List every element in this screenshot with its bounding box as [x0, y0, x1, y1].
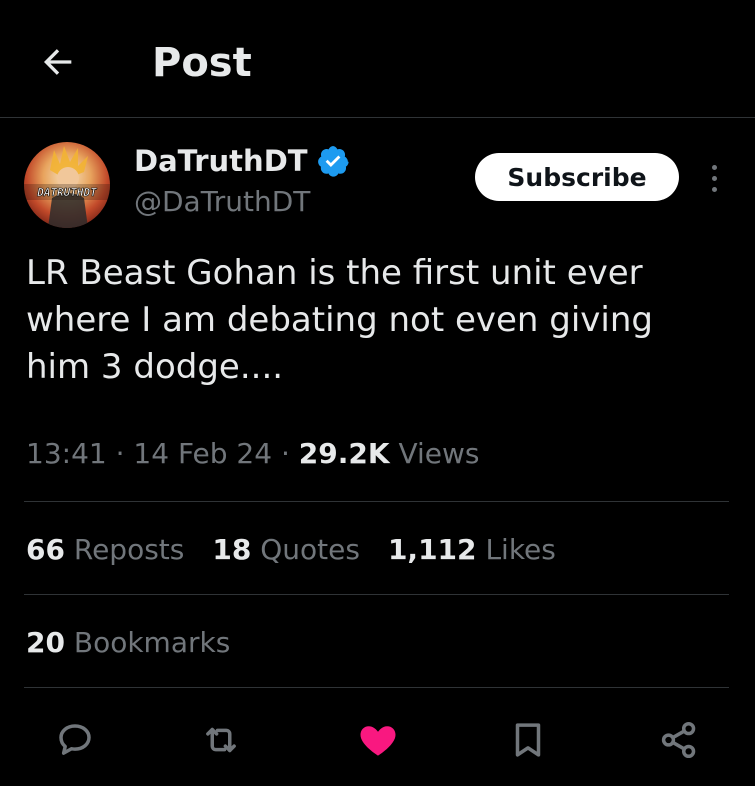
like-button[interactable]	[350, 712, 406, 768]
views-count[interactable]: 29.2K	[299, 437, 390, 470]
bookmark-icon	[515, 723, 541, 757]
top-bar: Post	[0, 0, 755, 118]
author-name-text[interactable]: DaTruthDT	[134, 142, 308, 180]
reposts-count: 66	[26, 533, 65, 566]
share-button[interactable]	[651, 712, 707, 768]
avatar-logo-text: DATRUTHDT	[36, 186, 97, 199]
avatar[interactable]: DATRUTHDT	[24, 142, 110, 228]
quotes-label: Quotes	[260, 533, 360, 566]
views-label[interactable]: Views	[398, 437, 479, 470]
post-meta: 13:41 · 14 Feb 24 · 29.2K Views	[26, 434, 480, 474]
more-dots-icon	[711, 175, 717, 181]
speech-bubble-icon	[59, 724, 91, 755]
share-nodes-icon	[661, 721, 696, 759]
bookmarks-count: 20	[26, 626, 65, 659]
divider	[24, 501, 729, 502]
author-name[interactable]: DaTruthDT	[134, 142, 350, 180]
post-time[interactable]: 13:41	[26, 437, 107, 470]
likes-count: 1,112	[387, 533, 477, 566]
reposts-stat[interactable]: 66 Reposts	[26, 533, 184, 566]
bookmarks-label: Bookmarks	[73, 626, 231, 659]
heart-icon	[360, 726, 396, 756]
subscribe-button[interactable]: Subscribe	[475, 153, 679, 201]
quotes-stat[interactable]: 18 Quotes	[212, 533, 360, 566]
quotes-count: 18	[212, 533, 252, 566]
meta-separator: ·	[115, 437, 125, 470]
reposts-label: Reposts	[73, 533, 185, 566]
reply-button[interactable]	[47, 712, 103, 768]
divider	[24, 594, 729, 595]
back-button[interactable]	[30, 38, 86, 86]
more-dots-icon	[711, 164, 717, 170]
page-title: Post	[152, 40, 252, 86]
avatar-image: DATRUTHDT	[24, 146, 110, 228]
action-bar	[0, 712, 755, 768]
engagement-stats: 66 Reposts 18 Quotes 1,112 Likes	[26, 530, 584, 570]
repost-arrows-icon	[206, 727, 236, 753]
verified-badge-icon	[317, 146, 349, 177]
divider	[24, 687, 729, 688]
post-date[interactable]: 14 Feb 24	[133, 437, 272, 470]
arrow-left-icon	[44, 49, 72, 75]
likes-label: Likes	[485, 533, 556, 566]
more-dots-icon	[711, 186, 717, 192]
meta-separator: ·	[280, 437, 290, 470]
likes-stat[interactable]: 1,112 Likes	[388, 533, 556, 566]
repost-button[interactable]	[193, 712, 249, 768]
more-options-button[interactable]	[700, 158, 728, 198]
post-text: LR Beast Gohan is the first unit ever wh…	[26, 253, 653, 387]
bookmarks-stat[interactable]: 20 Bookmarks	[26, 623, 230, 663]
bookmark-button[interactable]	[500, 712, 556, 768]
author-handle[interactable]: @DaTruthDT	[134, 184, 310, 220]
